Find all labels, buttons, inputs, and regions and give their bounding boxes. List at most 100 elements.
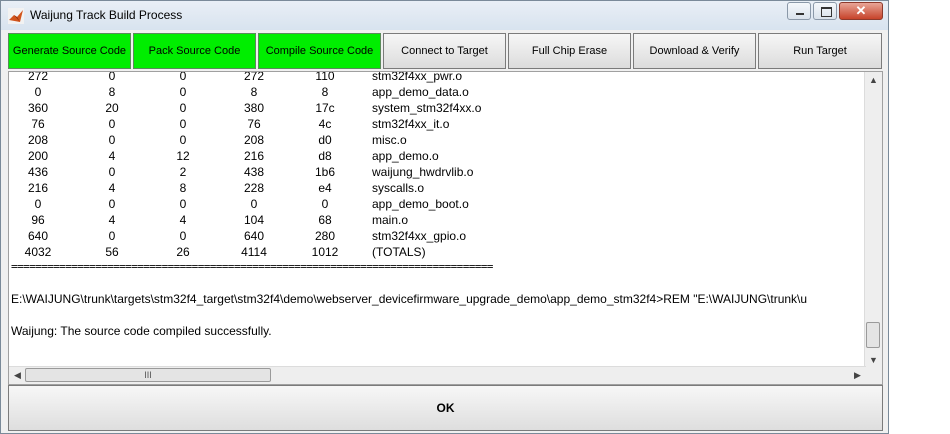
size-cell: 228 — [243, 181, 265, 195]
size-cell: 640 — [27, 229, 49, 243]
size-cell: 104 — [243, 213, 265, 227]
size-cell: 280 — [314, 229, 336, 243]
object-filename: misc.o — [372, 133, 407, 147]
size-cell: 0 — [34, 85, 42, 99]
pack-source-code-button[interactable]: Pack Source Code — [133, 33, 256, 69]
object-filename: waijung_hwdrvlib.o — [372, 165, 474, 179]
size-cell: 2 — [179, 165, 187, 179]
object-filename: syscalls.o — [372, 181, 425, 195]
size-cell: 1b6 — [314, 165, 336, 179]
size-cell: d0 — [318, 133, 332, 147]
table-row: 200 4 12 216 d8 app_demo.o — [11, 149, 861, 165]
download-verify-button[interactable]: Download & Verify — [633, 33, 756, 69]
size-cell: 200 — [27, 149, 49, 163]
object-filename: app_demo.o — [372, 149, 439, 163]
size-cell: 4c — [318, 117, 332, 131]
size-cell: 0 — [250, 197, 258, 211]
size-cell: 4 — [108, 213, 116, 227]
generate-source-code-button[interactable]: Generate Source Code — [8, 33, 131, 69]
size-cell: 216 — [243, 149, 265, 163]
size-cell: 68 — [318, 213, 332, 227]
size-cell: 26 — [176, 245, 190, 259]
size-cell: d8 — [318, 149, 332, 163]
size-cell: e4 — [318, 181, 332, 195]
success-message: Waijung: The source code compiled succes… — [11, 324, 272, 338]
size-cell: 0 — [108, 165, 116, 179]
size-cell: 216 — [27, 181, 49, 195]
toolbar: Generate Source Code Pack Source Code Co… — [8, 33, 883, 71]
window-title: Waijung Track Build Process — [30, 8, 183, 22]
maximize-button[interactable] — [813, 2, 837, 20]
full-chip-erase-button[interactable]: Full Chip Erase — [508, 33, 631, 69]
table-row: 640 0 0 640 280 stm32f4xx_gpio.o — [11, 229, 861, 245]
table-row: 96 4 4 104 68 main.o — [11, 213, 861, 229]
scroll-up-arrow-icon[interactable]: ▲ — [865, 73, 882, 87]
maximize-icon — [821, 7, 832, 17]
size-cell: 272 — [27, 71, 49, 83]
horizontal-scroll-thumb[interactable]: III — [25, 368, 271, 382]
ok-button[interactable]: OK — [8, 385, 883, 431]
object-filename: app_demo_data.o — [372, 85, 469, 99]
horizontal-scrollbar[interactable]: ◀ III ▶ — [9, 366, 866, 384]
size-cell: 0 — [108, 133, 116, 147]
size-cell: 0 — [179, 117, 187, 131]
scrollbar-corner — [865, 367, 882, 384]
size-cell: 110 — [315, 71, 335, 83]
object-filename: (TOTALS) — [372, 245, 426, 259]
size-cell: 0 — [179, 101, 187, 115]
size-cell: 4114 — [241, 245, 267, 259]
scroll-right-arrow-icon[interactable]: ▶ — [849, 368, 866, 382]
size-cell: 4 — [108, 181, 116, 195]
close-icon: ✕ — [855, 3, 867, 18]
close-button[interactable]: ✕ — [839, 2, 883, 20]
table-row: 360 20 0 380 17c system_stm32f4xx.o — [11, 101, 861, 117]
size-cell: 8 — [250, 85, 258, 99]
object-filename: stm32f4xx_it.o — [372, 117, 450, 131]
size-cell: 0 — [179, 197, 187, 211]
compile-source-code-button[interactable]: Compile Source Code — [258, 33, 381, 69]
object-filename: stm32f4xx_gpio.o — [372, 229, 467, 243]
size-cell: 0 — [108, 197, 116, 211]
table-row: 216 4 8 228 e4 syscalls.o — [11, 181, 861, 197]
size-cell: 12 — [176, 149, 190, 163]
size-cell: 380 — [243, 101, 265, 115]
connect-to-target-button[interactable]: Connect to Target — [383, 33, 506, 69]
size-cell: 208 — [243, 133, 265, 147]
scroll-down-arrow-icon[interactable]: ▼ — [865, 353, 882, 367]
table-row: 272 0 0 272 110 stm32f4xx_pwr.o — [11, 71, 861, 85]
size-cell: 208 — [27, 133, 49, 147]
size-cell: 17c — [315, 101, 335, 115]
table-row: 0 0 0 0 0 app_demo_boot.o — [11, 197, 861, 213]
minimize-icon — [796, 13, 804, 15]
table-row: 0 8 0 8 8 app_demo_data.o — [11, 85, 861, 101]
size-cell: 8 — [321, 85, 329, 99]
size-cell: 96 — [31, 213, 45, 227]
size-cell: 438 — [243, 165, 265, 179]
size-cell: 8 — [108, 85, 116, 99]
minimize-button[interactable] — [787, 2, 811, 20]
build-output-log[interactable]: 272 0 0 272 110 stm32f4xx_pwr.o 0 8 0 8 8 app_demo_… — [8, 71, 883, 385]
size-cell: 76 — [31, 117, 45, 131]
scroll-left-arrow-icon[interactable]: ◀ — [9, 368, 26, 382]
size-cell: 0 — [34, 197, 42, 211]
run-target-button[interactable]: Run Target — [758, 33, 882, 69]
table-row: 436 0 2 438 1b6 waijung_hwdrvlib.o — [11, 165, 861, 181]
separator-line: ========================================… — [11, 260, 493, 273]
size-cell: 1012 — [311, 245, 339, 259]
size-cell: 0 — [179, 133, 187, 147]
vertical-scroll-thumb[interactable] — [866, 322, 880, 348]
build-process-window: Waijung Track Build Process ✕ Generate S… — [0, 0, 889, 434]
vertical-scrollbar[interactable]: ▲ ▼ — [864, 72, 882, 368]
command-line: E:\WAIJUNG\trunk\targets\stm32f4_target\… — [11, 292, 808, 306]
size-cell: 0 — [179, 85, 187, 99]
object-filename: system_stm32f4xx.o — [372, 101, 482, 115]
object-filename: main.o — [372, 213, 409, 227]
size-cell: 0 — [108, 117, 116, 131]
size-cell: 360 — [27, 101, 49, 115]
size-cell: 0 — [321, 197, 329, 211]
object-filename: app_demo_boot.o — [372, 197, 469, 211]
size-cell: 4032 — [24, 245, 52, 259]
size-cell: 0 — [108, 229, 116, 243]
title-bar: Waijung Track Build Process ✕ — [1, 1, 888, 30]
table-row: 4032 56 26 4114 1012 (TOTALS) — [11, 245, 861, 261]
